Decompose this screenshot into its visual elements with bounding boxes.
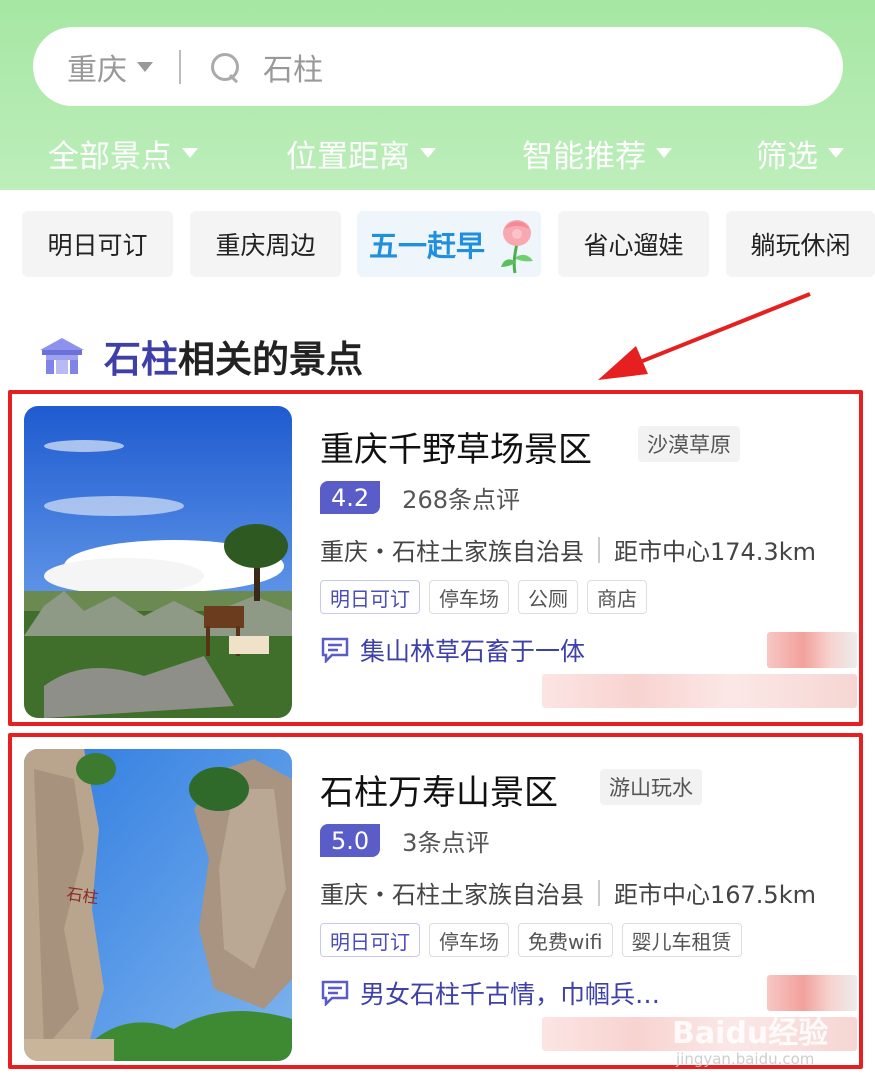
chip-chongqing-nearby[interactable]: 重庆周边 bbox=[190, 211, 341, 277]
chip-label: 省心遛娃 bbox=[583, 231, 684, 260]
section-title: 石柱相关的景点 bbox=[38, 328, 363, 384]
distance-text: 距市中心174.3km bbox=[614, 538, 816, 566]
watermark-url: jingyan.baidu.com bbox=[676, 1050, 815, 1068]
search-icon bbox=[209, 51, 241, 83]
chip-kid-friendly[interactable]: 省心遛娃 bbox=[558, 211, 709, 277]
chip-relax[interactable]: 躺玩休闲 bbox=[726, 211, 875, 277]
filter-screen[interactable]: 筛选 bbox=[756, 128, 844, 178]
chip-label: 重庆周边 bbox=[215, 231, 316, 260]
comment-text: 男女石柱千古情，巾帼兵… bbox=[360, 980, 661, 1009]
location-row: 重庆・石柱土家族自治县 距市中心174.3km bbox=[320, 532, 850, 567]
spot-type-tag: 游山玩水 bbox=[600, 769, 702, 805]
feature-tag: 免费wifi bbox=[518, 923, 613, 957]
caret-down-icon bbox=[182, 148, 198, 158]
feature-tag: 停车场 bbox=[429, 580, 509, 614]
chip-may-day[interactable]: 五一赶早 bbox=[357, 211, 541, 277]
feature-tag: 公厕 bbox=[518, 580, 578, 614]
chip-book-tomorrow[interactable]: 明日可订 bbox=[22, 211, 173, 277]
tulip-icon bbox=[501, 220, 533, 274]
rating-row: 4.2 268条点评 bbox=[320, 480, 520, 515]
spot-type-tag: 沙漠草原 bbox=[638, 426, 740, 462]
divider bbox=[598, 879, 600, 906]
feature-tag: 婴儿车租赁 bbox=[621, 923, 742, 957]
location-text: 重庆・石柱土家族自治县 bbox=[320, 881, 584, 909]
chip-label: 五一赶早 bbox=[369, 229, 486, 263]
filter-smart-sort[interactable]: 智能推荐 bbox=[522, 128, 672, 178]
divider bbox=[598, 536, 600, 563]
section-title-keyword: 石柱 bbox=[104, 338, 178, 381]
filter-bar: 全部景点 位置距离 智能推荐 筛选 bbox=[0, 128, 875, 178]
caret-down-icon bbox=[828, 148, 844, 158]
header: 重庆 石柱 全部景点 位置距离 智能推荐 筛选 bbox=[0, 0, 875, 190]
chip-label: 躺玩休闲 bbox=[750, 231, 851, 260]
rating-row: 5.0 3条点评 bbox=[320, 823, 489, 858]
filter-label: 全部景点 bbox=[48, 138, 172, 175]
watermark-logo: Baidu经验 bbox=[672, 1016, 829, 1051]
feature-tag: 停车场 bbox=[429, 923, 509, 957]
rating-badge: 5.0 bbox=[320, 824, 381, 857]
highlight-comment: 集山林草石畜于一体 bbox=[320, 632, 585, 668]
review-count[interactable]: 268条点评 bbox=[402, 480, 520, 515]
filter-all-spots[interactable]: 全部景点 bbox=[48, 128, 198, 178]
feature-tag: 明日可订 bbox=[320, 580, 420, 614]
comment-icon bbox=[321, 637, 349, 663]
blurred-price bbox=[767, 975, 857, 1011]
search-bar[interactable]: 重庆 石柱 bbox=[33, 27, 843, 106]
blurred-price bbox=[767, 632, 857, 668]
search-input[interactable]: 石柱 bbox=[263, 45, 323, 89]
city-label: 重庆 bbox=[67, 52, 127, 88]
spot-name[interactable]: 重庆千野草场景区 bbox=[320, 422, 592, 471]
filter-distance[interactable]: 位置距离 bbox=[286, 128, 436, 178]
blurred-promo bbox=[542, 674, 857, 708]
comment-text: 集山林草石畜于一体 bbox=[360, 637, 586, 666]
scenic-photo bbox=[24, 406, 292, 718]
section-title-rest: 相关的景点 bbox=[178, 338, 363, 381]
feature-tags: 明日可订 停车场 免费wifi 婴儿车租赁 bbox=[320, 923, 751, 957]
caret-down-icon bbox=[420, 148, 436, 158]
annotation-arrow bbox=[598, 292, 811, 380]
chip-label: 明日可订 bbox=[47, 231, 148, 260]
scenic-photo: 石柱 bbox=[24, 749, 292, 1061]
feature-tag: 明日可订 bbox=[320, 923, 420, 957]
caret-down-icon bbox=[656, 148, 672, 158]
divider bbox=[179, 49, 181, 84]
distance-text: 距市中心167.5km bbox=[614, 881, 816, 909]
result-card[interactable]: 重庆千野草场景区 沙漠草原 4.2 268条点评 重庆・石柱土家族自治县 距市中… bbox=[8, 390, 863, 726]
feature-tag: 商店 bbox=[587, 580, 647, 614]
rating-badge: 4.2 bbox=[320, 481, 381, 514]
feature-tags: 明日可订 停车场 公厕 商店 bbox=[320, 580, 656, 614]
filter-label: 位置距离 bbox=[286, 138, 410, 175]
comment-icon bbox=[321, 980, 349, 1006]
caret-down-icon bbox=[137, 61, 153, 72]
city-selector[interactable]: 重庆 bbox=[67, 45, 153, 89]
filter-label: 智能推荐 bbox=[522, 138, 646, 175]
review-count[interactable]: 3条点评 bbox=[402, 823, 489, 858]
temple-icon bbox=[40, 338, 84, 374]
location-text: 重庆・石柱土家族自治县 bbox=[320, 538, 584, 566]
filter-label: 筛选 bbox=[756, 138, 818, 175]
highlight-comment: 男女石柱千古情，巾帼兵… bbox=[320, 975, 660, 1011]
location-row: 重庆・石柱土家族自治县 距市中心167.5km bbox=[320, 875, 850, 910]
spot-name[interactable]: 石柱万寿山景区 bbox=[320, 765, 558, 814]
